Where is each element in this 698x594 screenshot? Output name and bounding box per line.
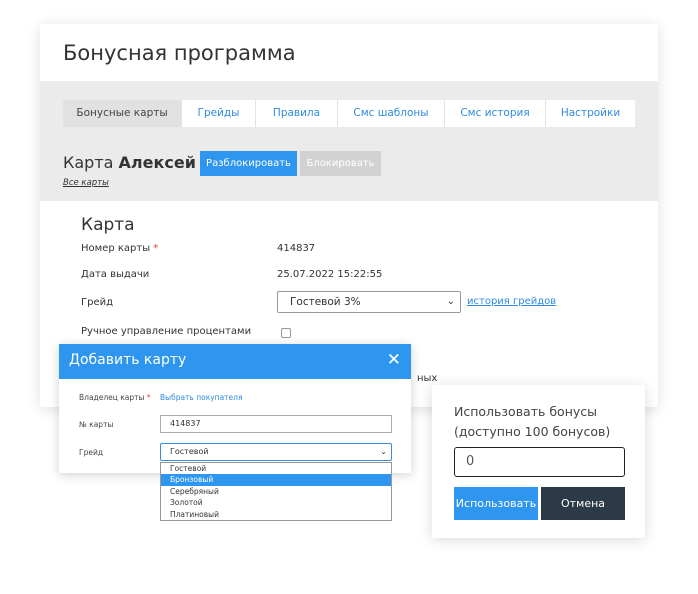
tab-bonus-cards[interactable]: Бонусные карты xyxy=(63,100,182,127)
card-number-value: 414837 xyxy=(277,243,316,254)
card-heading-prefix: Карта xyxy=(63,153,114,172)
partially-hidden-text: ных xyxy=(417,373,438,384)
use-bonus-panel: Использовать бонусы (доступно 100 бонусо… xyxy=(432,385,645,538)
issue-date-value: 25.07.2022 15:22:55 xyxy=(277,269,383,280)
card-header-area: Бонусные карты Грейды Правила Смс шаблон… xyxy=(40,81,658,201)
modal-title: Добавить карту xyxy=(69,352,187,368)
use-bonus-title: Использовать бонусы (доступно 100 бонусо… xyxy=(454,404,611,439)
use-bonus-button[interactable]: Использовать xyxy=(454,487,538,520)
bonus-amount-input[interactable]: 0 xyxy=(454,447,625,477)
tab-sms-history[interactable]: Смс история xyxy=(445,100,546,127)
chevron-down-icon: ⌄ xyxy=(380,447,387,456)
card-section-title: Карта xyxy=(81,215,135,235)
grade-option[interactable]: Гостевой xyxy=(161,463,391,474)
cancel-button[interactable]: Отмена xyxy=(541,487,625,520)
required-mark: * xyxy=(146,393,151,402)
tab-rules[interactable]: Правила xyxy=(256,100,338,127)
modal-grade-select-value: Гостевой xyxy=(170,447,209,456)
grade-option[interactable]: Серебряный xyxy=(161,486,391,497)
owner-label: Владелец карты * xyxy=(79,393,151,402)
tab-sms-templates[interactable]: Смс шаблоны xyxy=(338,100,445,127)
grade-dropdown-list: Гостевой Бронзовый Серебряный Золотой Пл… xyxy=(160,462,392,521)
modal-grade-select[interactable]: Гостевой ⌄ xyxy=(160,443,392,461)
choose-buyer-link[interactable]: Выбрать покупателя xyxy=(160,393,242,402)
chevron-down-icon: ⌄ xyxy=(446,296,455,307)
grade-label: Грейд xyxy=(81,297,114,308)
grade-option[interactable]: Платиновый xyxy=(161,509,391,520)
grade-select-value: Гостевой 3% xyxy=(290,296,361,308)
grade-option[interactable]: Золотой xyxy=(161,497,391,508)
modal-header: Добавить карту ✕ xyxy=(59,344,411,379)
tab-grades[interactable]: Грейды xyxy=(182,100,256,127)
all-cards-link[interactable]: Все карты xyxy=(63,178,109,188)
grade-history-link[interactable]: история грейдов xyxy=(467,296,556,307)
manual-percent-label: Ручное управление процентами xyxy=(81,326,252,337)
modal-card-number-label: № карты xyxy=(79,420,114,429)
close-icon[interactable]: ✕ xyxy=(387,350,401,370)
page-title: Бонусная программа xyxy=(63,41,296,65)
card-heading: Карта Алексей В. xyxy=(63,153,220,172)
block-button[interactable]: Блокировать xyxy=(300,151,381,176)
tab-bar: Бонусные карты Грейды Правила Смс шаблон… xyxy=(63,100,635,127)
issue-date-label: Дата выдачи xyxy=(81,269,150,280)
grade-select[interactable]: Гостевой 3% ⌄ xyxy=(277,291,461,313)
card-number-input[interactable]: 414837 xyxy=(160,415,392,433)
add-card-modal: Добавить карту ✕ Владелец карты * Выбрат… xyxy=(59,344,411,473)
card-number-label: Номер карты * xyxy=(81,243,159,254)
required-mark: * xyxy=(153,243,159,254)
tab-settings[interactable]: Настройки xyxy=(546,100,635,127)
grade-option[interactable]: Бронзовый xyxy=(161,474,391,486)
modal-grade-label: Грейд xyxy=(79,448,104,457)
manual-percent-checkbox[interactable] xyxy=(281,328,291,338)
unblock-button[interactable]: Разблокировать xyxy=(200,151,297,176)
